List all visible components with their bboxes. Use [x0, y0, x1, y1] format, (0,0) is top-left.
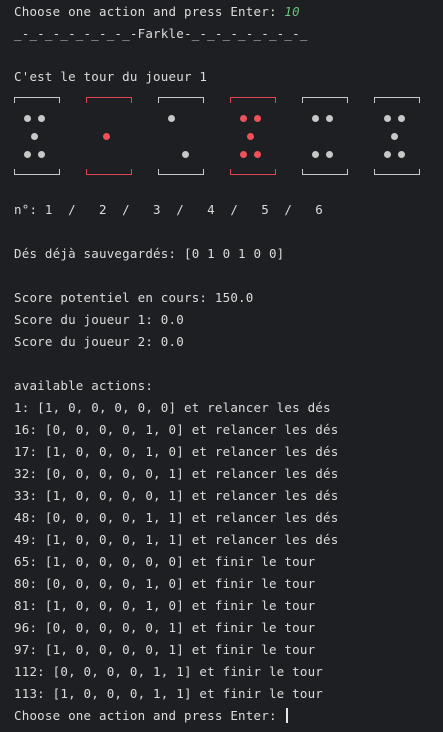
die-pip	[397, 150, 405, 158]
action-line: 49: [1, 0, 0, 0, 1, 1] et relancer les d…	[14, 532, 339, 547]
die-3	[156, 97, 206, 175]
die-2	[84, 97, 134, 175]
die-frame-gap	[130, 103, 134, 169]
die-pip	[246, 132, 254, 140]
previous-prompt-value: 10	[284, 4, 300, 19]
die-pip	[253, 150, 261, 158]
die-frame	[302, 97, 348, 175]
die-pip	[325, 114, 333, 122]
previous-prompt-text: Choose one action and press Enter:	[14, 4, 285, 19]
die-frame-gap	[58, 103, 62, 169]
action-line: 1: [1, 0, 0, 0, 0, 0] et relancer les dé…	[14, 400, 331, 415]
actions-header: available actions:	[14, 378, 154, 393]
die-frame-gap	[12, 103, 16, 169]
previous-prompt-line: Choose one action and press Enter: 10	[14, 1, 300, 23]
die-pip	[181, 150, 189, 158]
action-line: 80: [0, 0, 0, 0, 1, 0] et finir le tour	[14, 576, 316, 591]
die-pip	[102, 132, 110, 140]
die-pip	[311, 114, 319, 122]
potential-score-line: Score potentiel en cours: 150.0	[14, 290, 254, 305]
die-frame-gap	[202, 103, 206, 169]
die-pip	[167, 114, 175, 122]
die-4	[228, 97, 278, 175]
action-line: 16: [0, 0, 0, 0, 1, 0] et relancer les d…	[14, 422, 339, 437]
die-pip	[37, 114, 45, 122]
action-line: 48: [0, 0, 0, 0, 1, 1] et relancer les d…	[14, 510, 339, 525]
saved-dice-line: Dés déjà sauvegardés: [0 1 0 1 0 0]	[14, 246, 285, 261]
die-5	[300, 97, 350, 175]
die-frame-gap	[228, 103, 232, 169]
die-pip	[311, 150, 319, 158]
action-line: 97: [1, 0, 0, 0, 0, 1] et finir le tour	[14, 642, 316, 657]
action-line: 112: [0, 0, 0, 0, 1, 1] et finir le tour	[14, 664, 324, 679]
die-frame-gap	[84, 103, 88, 169]
die-frame-gap	[418, 103, 422, 169]
die-pip	[23, 150, 31, 158]
farkle-banner: _-_-_-_-_-_-_-_-Farkle-_-_-_-_-_-_-_-_	[14, 26, 308, 41]
die-frame-gap	[156, 103, 160, 169]
die-pip	[383, 150, 391, 158]
input-prompt-text: Choose one action and press Enter:	[14, 708, 285, 723]
die-pip	[239, 114, 247, 122]
dice-row	[12, 97, 434, 177]
input-prompt-line[interactable]: Choose one action and press Enter:	[14, 705, 288, 727]
die-pip	[390, 132, 398, 140]
terminal-window: Choose one action and press Enter: 10 _-…	[0, 0, 443, 732]
action-line: 113: [1, 0, 0, 0, 1, 1] et finir le tour	[14, 686, 324, 701]
player1-score-line: Score du joueur 1: 0.0	[14, 312, 184, 327]
action-line: 33: [1, 0, 0, 0, 0, 1] et relancer les d…	[14, 488, 339, 503]
die-pip	[383, 114, 391, 122]
die-frame-gap	[300, 103, 304, 169]
die-frame-gap	[346, 103, 350, 169]
dice-index-line: n°: 1 / 2 / 3 / 4 / 5 / 6	[14, 202, 324, 217]
die-frame-gap	[372, 103, 376, 169]
action-line: 96: [0, 0, 0, 0, 0, 1] et finir le tour	[14, 620, 316, 635]
die-pip	[397, 114, 405, 122]
die-pip	[239, 150, 247, 158]
player2-score-line: Score du joueur 2: 0.0	[14, 334, 184, 349]
text-cursor	[286, 708, 288, 723]
die-1	[12, 97, 62, 175]
die-pip	[325, 150, 333, 158]
turn-line: C'est le tour du joueur 1	[14, 69, 208, 84]
die-pip	[30, 132, 38, 140]
die-frame	[158, 97, 204, 175]
action-line: 81: [1, 0, 0, 0, 1, 0] et finir le tour	[14, 598, 316, 613]
die-pip	[253, 114, 261, 122]
die-pip	[37, 150, 45, 158]
action-line: 32: [0, 0, 0, 0, 0, 1] et relancer les d…	[14, 466, 339, 481]
die-pip	[23, 114, 31, 122]
action-line: 17: [1, 0, 0, 0, 1, 0] et relancer les d…	[14, 444, 339, 459]
action-line: 65: [1, 0, 0, 0, 0, 0] et finir le tour	[14, 554, 316, 569]
die-6	[372, 97, 422, 175]
die-frame-gap	[274, 103, 278, 169]
